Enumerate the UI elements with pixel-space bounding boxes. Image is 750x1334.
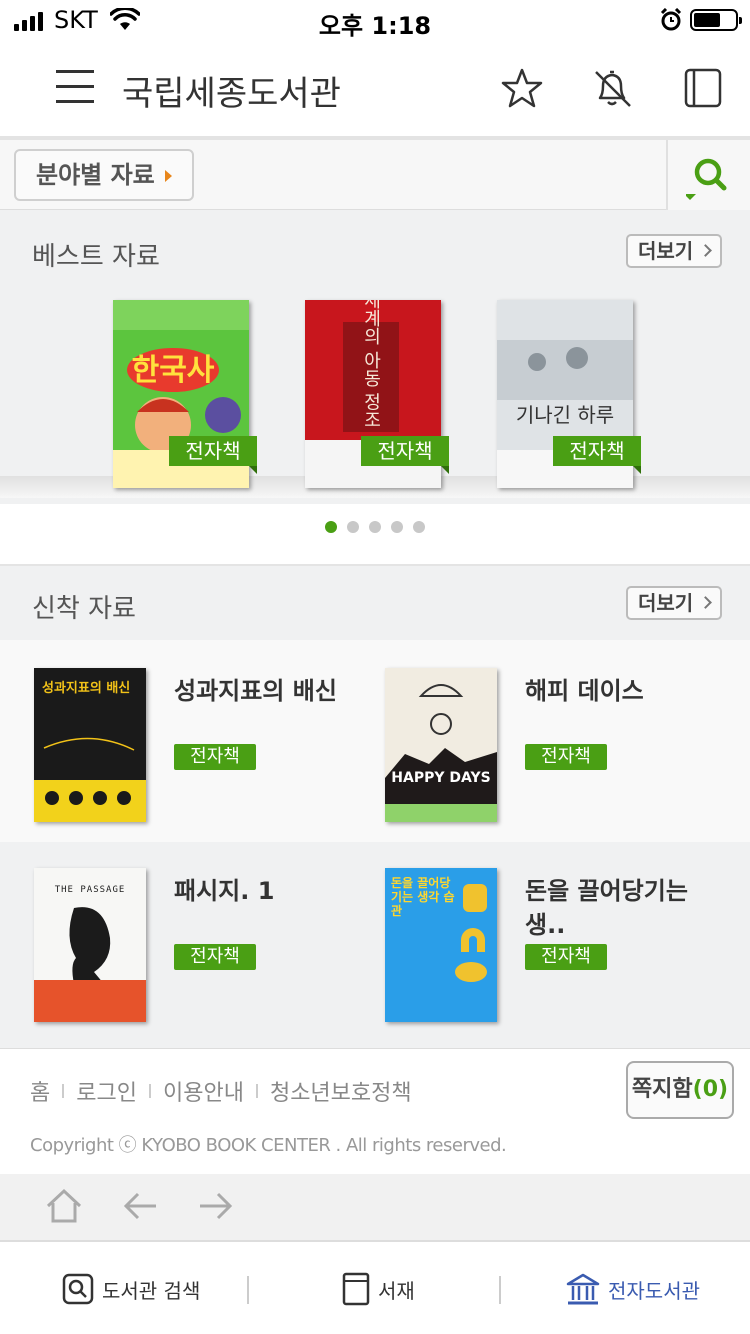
- tab-divider: [247, 1276, 249, 1304]
- best-section-title: 베스트 자료: [32, 242, 160, 272]
- copyright-text: Copyright ⓒ KYOBO BOOK CENTER . All righ…: [30, 1135, 507, 1156]
- library-building-icon: [566, 1273, 600, 1305]
- message-count: (0): [692, 1077, 729, 1102]
- ebook-badge: 전자책: [525, 944, 607, 970]
- new-book-cover[interactable]: 돈을 끌어당기는 생각 습관: [385, 868, 497, 1022]
- tab-divider: [499, 1276, 501, 1304]
- tab-label: 서재: [378, 1278, 415, 1303]
- pagination-dot[interactable]: [347, 521, 359, 533]
- new-book-title[interactable]: 패시지. 1: [174, 874, 364, 908]
- search-button[interactable]: [666, 140, 750, 210]
- new-book-cover[interactable]: 성과지표의 배신: [34, 668, 146, 822]
- book-cover-art: HAPPY DAYS: [385, 668, 497, 822]
- app-header: 국립세종도서관: [0, 40, 750, 136]
- new-books-row: THE PASSAGE 패시지. 1 전자책 돈을 끌어당기는 생각 습관 돈을…: [0, 842, 750, 1048]
- book-cover-title: THE PASSAGE: [55, 885, 126, 895]
- tab-e-library[interactable]: 전자도서관: [566, 1270, 700, 1308]
- footer-divider: [148, 1084, 151, 1098]
- footer-link-guide[interactable]: 이용안내: [163, 1075, 244, 1107]
- forward-arrow-icon[interactable]: [196, 1186, 236, 1226]
- book-cover-title: HAPPY DAYS: [391, 770, 490, 786]
- ebook-badge: 전자책: [174, 744, 256, 770]
- home-icon[interactable]: [44, 1186, 84, 1226]
- new-book-cover[interactable]: THE PASSAGE: [34, 868, 146, 1022]
- book-cover-title: 세계의 아동 정조: [361, 300, 382, 429]
- star-icon[interactable]: [500, 66, 544, 110]
- search-icon: [62, 1273, 94, 1305]
- page-footer: 홈 로그인 이용안내 청소년보호정책 Copyright ⓒ KYOBO BOO…: [0, 1048, 750, 1174]
- tab-label: 전자도서관: [608, 1278, 700, 1303]
- new-section-title: 신착 자료: [32, 594, 136, 624]
- new-more-button[interactable]: 더보기: [626, 586, 722, 620]
- ebook-badge: 전자책: [169, 436, 257, 474]
- hamburger-menu-icon[interactable]: [56, 70, 96, 104]
- pagination-dot[interactable]: [369, 521, 381, 533]
- pagination-dot[interactable]: [325, 521, 337, 533]
- book-cover-art: THE PASSAGE: [34, 868, 146, 1022]
- new-books-row: 성과지표의 배신 성과지표의 배신 전자책 HAPPY DAYS 해피 데이스 …: [0, 640, 750, 842]
- tab-library-search[interactable]: 도서관 검색: [62, 1270, 200, 1308]
- tab-bookshelf[interactable]: 서재: [342, 1270, 415, 1308]
- alarm-icon: [660, 8, 682, 31]
- best-section-header: 베스트 자료 더보기: [0, 210, 750, 294]
- new-more-label: 더보기: [638, 591, 694, 615]
- book-cover-art: 성과지표의 배신: [34, 668, 146, 822]
- new-book-title[interactable]: 해피 데이스: [525, 674, 715, 708]
- new-book-cover[interactable]: HAPPY DAYS: [385, 668, 497, 822]
- chevron-right-icon: [699, 244, 712, 257]
- carousel-pagination: [0, 518, 750, 533]
- bottom-tab-bar: 도서관 검색 서재 전자도서관: [0, 1244, 750, 1334]
- footer-links: 홈 로그인 이용안내 청소년보호정책: [30, 1075, 412, 1107]
- browser-nav-bar: [0, 1174, 750, 1242]
- ebook-badge: 전자책: [553, 436, 641, 474]
- category-button-label: 분야별 자료: [36, 161, 155, 189]
- bell-off-icon[interactable]: [590, 66, 634, 110]
- book-cover-title: 기나긴 하루: [516, 403, 614, 427]
- triangle-right-icon: [165, 170, 172, 182]
- ebook-badge: 전자책: [525, 744, 607, 770]
- book-cover-art: 돈을 끌어당기는 생각 습관: [385, 868, 497, 1022]
- pagination-dot[interactable]: [413, 521, 425, 533]
- book-cover-title: 성과지표의 배신: [42, 680, 130, 696]
- battery-icon: [690, 9, 742, 31]
- new-book-title[interactable]: 돈을 끌어당기는 생..: [525, 874, 715, 942]
- clock-time: 오후 1:18: [318, 12, 432, 40]
- ebook-badge: 전자책: [174, 944, 256, 970]
- footer-divider: [62, 1084, 65, 1098]
- category-bar: 분야별 자료: [0, 140, 750, 210]
- page-title: 국립세종도서관: [122, 74, 341, 114]
- pagination-dot[interactable]: [391, 521, 403, 533]
- footer-link-youth-policy[interactable]: 청소년보호정책: [270, 1075, 412, 1107]
- book-cover-title: 돈을 끌어당기는 생각 습관: [391, 876, 455, 918]
- best-more-button[interactable]: 더보기: [626, 234, 722, 268]
- footer-link-login[interactable]: 로그인: [76, 1075, 137, 1107]
- category-button[interactable]: 분야별 자료: [14, 149, 194, 201]
- back-arrow-icon[interactable]: [120, 1186, 160, 1226]
- best-more-label: 더보기: [638, 239, 694, 263]
- status-bar: SKT 오후 1:18: [0, 0, 750, 40]
- book-cover-title: 한국사: [132, 353, 215, 388]
- footer-divider: [255, 1084, 258, 1098]
- best-carousel: 한국사 전자책 세계의 아동 정조 전자책 기나긴 하루 전자책: [0, 294, 750, 504]
- message-box-button[interactable]: 쪽지함(0): [626, 1061, 734, 1119]
- footer-link-home[interactable]: 홈: [30, 1075, 50, 1107]
- ebook-badge: 전자책: [361, 436, 449, 474]
- book-icon: [342, 1272, 370, 1306]
- new-section-header: 신착 자료 더보기: [0, 566, 750, 640]
- message-box-label: 쪽지함: [631, 1077, 693, 1102]
- tab-label: 도서관 검색: [102, 1278, 201, 1303]
- book-icon[interactable]: [682, 66, 726, 110]
- search-icon: [686, 158, 727, 200]
- chevron-right-icon: [699, 596, 712, 609]
- new-book-title[interactable]: 성과지표의 배신: [174, 674, 364, 708]
